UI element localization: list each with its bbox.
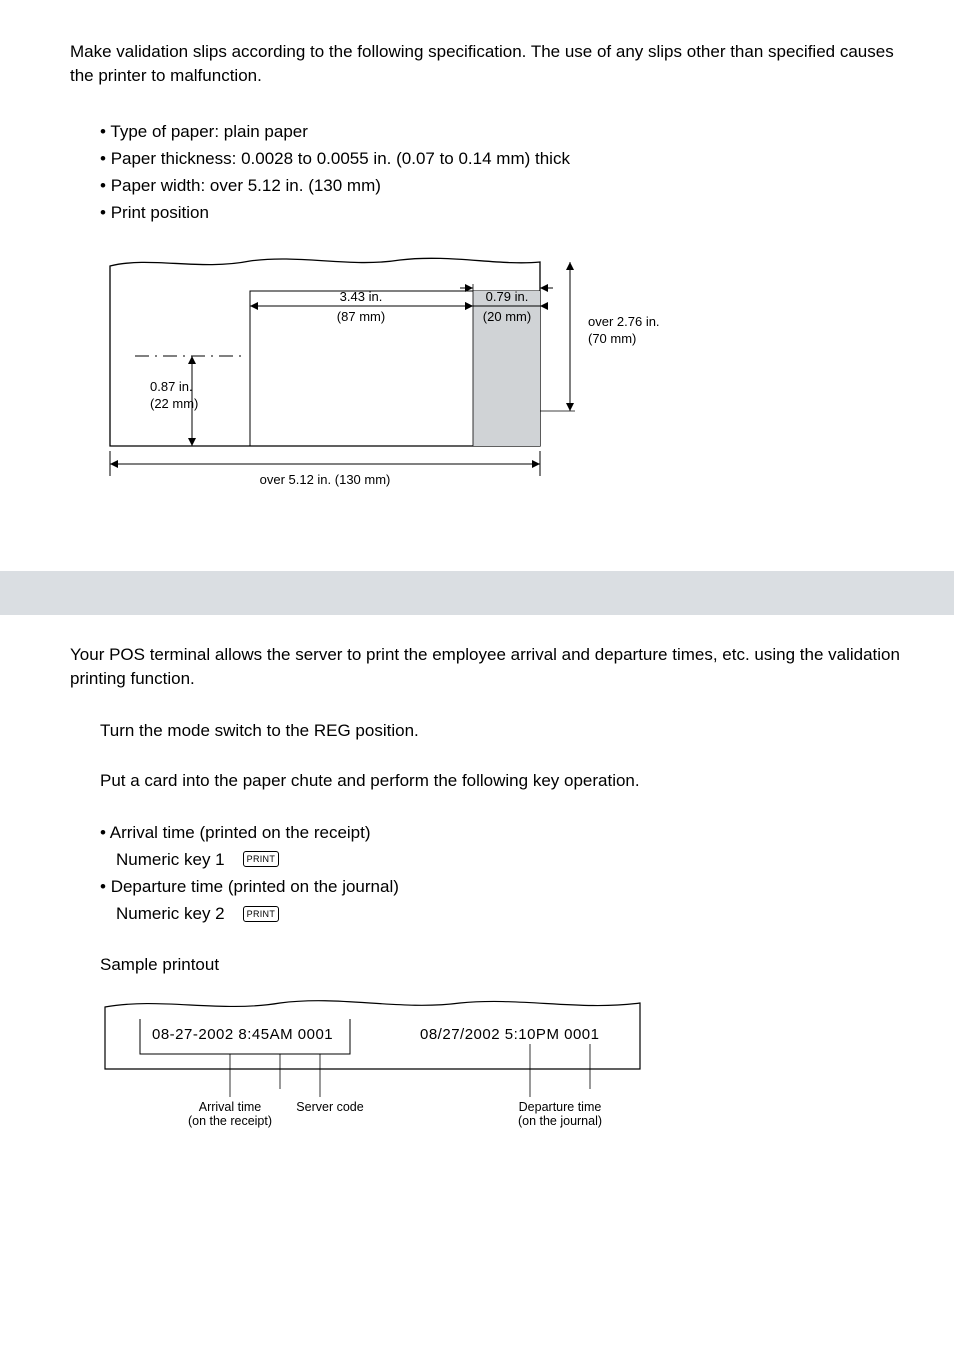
pos-intro-paragraph: Your POS terminal allows the server to p… bbox=[70, 643, 904, 691]
departure-desc: Departure time (printed on the journal) bbox=[100, 873, 399, 900]
spec-thickness: Paper thickness: 0.0028 to 0.0055 in. (0… bbox=[100, 145, 904, 172]
dim-70-mm: (70 mm) bbox=[588, 331, 636, 346]
dim-22-in: 0.87 in. bbox=[150, 379, 193, 394]
dim-87-in: 3.43 in. bbox=[340, 289, 383, 304]
dim-87-mm: (87 mm) bbox=[337, 309, 385, 324]
label-arrival-time-1: Arrival time bbox=[199, 1100, 262, 1114]
sample-printout-label: Sample printout bbox=[100, 955, 904, 975]
sample-printout-diagram: 08-27-2002 8:45AM 0001 08/27/2002 5:10PM… bbox=[100, 989, 904, 1144]
arrival-key: Numeric key 1 bbox=[116, 846, 225, 873]
dim-20-mm: (20 mm) bbox=[483, 309, 531, 324]
intro-paragraph: Make validation slips according to the f… bbox=[70, 40, 904, 88]
label-departure-time-2: (on the journal) bbox=[518, 1114, 602, 1128]
spec-list: Type of paper: plain paper Paper thickne… bbox=[100, 118, 904, 227]
step-mode-switch: Turn the mode switch to the REG position… bbox=[100, 719, 904, 743]
spec-position: Print position bbox=[100, 199, 904, 226]
label-server-code: Server code bbox=[296, 1100, 363, 1114]
sample-right-print: 08/27/2002 5:10PM 0001 bbox=[420, 1026, 599, 1043]
step-insert-card: Put a card into the paper chute and perf… bbox=[100, 769, 904, 793]
dim-70-in: over 2.76 in. bbox=[588, 314, 660, 329]
sample-left-print: 08-27-2002 8:45AM 0001 bbox=[152, 1026, 333, 1043]
print-key-icon: PRINT bbox=[243, 851, 280, 867]
departure-key: Numeric key 2 bbox=[116, 900, 225, 927]
time-operation-list: Arrival time (printed on the receipt) Nu… bbox=[100, 819, 904, 928]
label-departure-time-1: Departure time bbox=[519, 1100, 602, 1114]
dim-20-in: 0.79 in. bbox=[486, 289, 529, 304]
label-arrival-time-2: (on the receipt) bbox=[188, 1114, 272, 1128]
dim-total-width: over 5.12 in. (130 mm) bbox=[260, 472, 391, 487]
spec-width: Paper width: over 5.12 in. (130 mm) bbox=[100, 172, 904, 199]
print-position-diagram: 3.43 in. (87 mm) 0.79 in. (20 mm) over 2… bbox=[100, 246, 904, 511]
print-key-icon: PRINT bbox=[243, 906, 280, 922]
arrival-desc: Arrival time (printed on the receipt) bbox=[100, 819, 371, 846]
section-divider-bar bbox=[0, 571, 954, 615]
dim-22-mm: (22 mm) bbox=[150, 396, 198, 411]
spec-paper-type: Type of paper: plain paper bbox=[100, 118, 904, 145]
